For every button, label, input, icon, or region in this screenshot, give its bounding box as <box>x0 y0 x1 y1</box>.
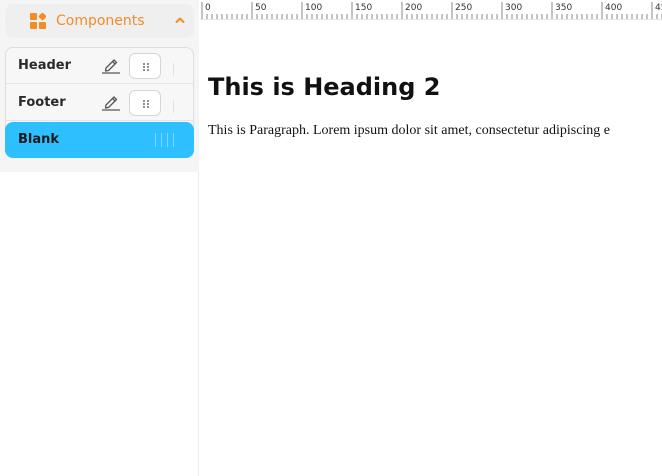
ruler-label: 200 <box>405 3 422 13</box>
component-item-header[interactable]: Header <box>6 48 193 84</box>
edit-icon[interactable] <box>101 56 121 74</box>
component-item-label: Blank <box>18 132 60 147</box>
row-divider <box>173 100 174 113</box>
ruler-label: 150 <box>355 3 372 13</box>
ruler-label: 350 <box>555 3 572 13</box>
component-list: Header Footer Blank <box>5 47 194 158</box>
drag-handle-button[interactable] <box>129 90 161 116</box>
ruler-label: 100 <box>305 3 322 13</box>
ruler-label: 300 <box>505 3 522 13</box>
ruler-scale: 0 50 100 150 200 250 300 350 400 45 <box>201 2 662 19</box>
component-item-footer[interactable]: Footer <box>6 85 193 121</box>
edit-icon[interactable] <box>101 93 121 111</box>
horizontal-ruler: 0 50 100 150 200 250 300 350 400 45 <box>200 0 662 20</box>
canvas-heading[interactable]: This is Heading 2 <box>208 72 440 102</box>
ruler-label: 0 <box>205 3 211 13</box>
components-panel: Components Header Footer Blank <box>0 0 199 172</box>
component-item-label: Footer <box>18 95 66 110</box>
drag-dots-icon <box>143 63 149 71</box>
sidebar: Components Header Footer Blank <box>0 0 199 476</box>
components-toggle-button[interactable]: Components <box>5 4 194 38</box>
ruler-label: 250 <box>455 3 472 13</box>
ruler-label: 400 <box>605 3 622 13</box>
row-divider <box>173 63 174 76</box>
components-label: Components <box>56 13 145 29</box>
drag-handle-button[interactable] <box>129 53 161 79</box>
ruler-label: 45 <box>655 3 662 13</box>
drag-grip-icon[interactable] <box>155 133 175 147</box>
components-icon <box>30 13 46 29</box>
component-item-label: Header <box>18 58 72 73</box>
drag-dots-icon <box>143 100 149 108</box>
chevron-up-icon[interactable] <box>175 16 185 24</box>
component-item-blank[interactable]: Blank <box>5 122 194 158</box>
ruler-label: 50 <box>255 3 267 13</box>
canvas-paragraph[interactable]: This is Paragraph. Lorem ipsum dolor sit… <box>208 122 662 139</box>
